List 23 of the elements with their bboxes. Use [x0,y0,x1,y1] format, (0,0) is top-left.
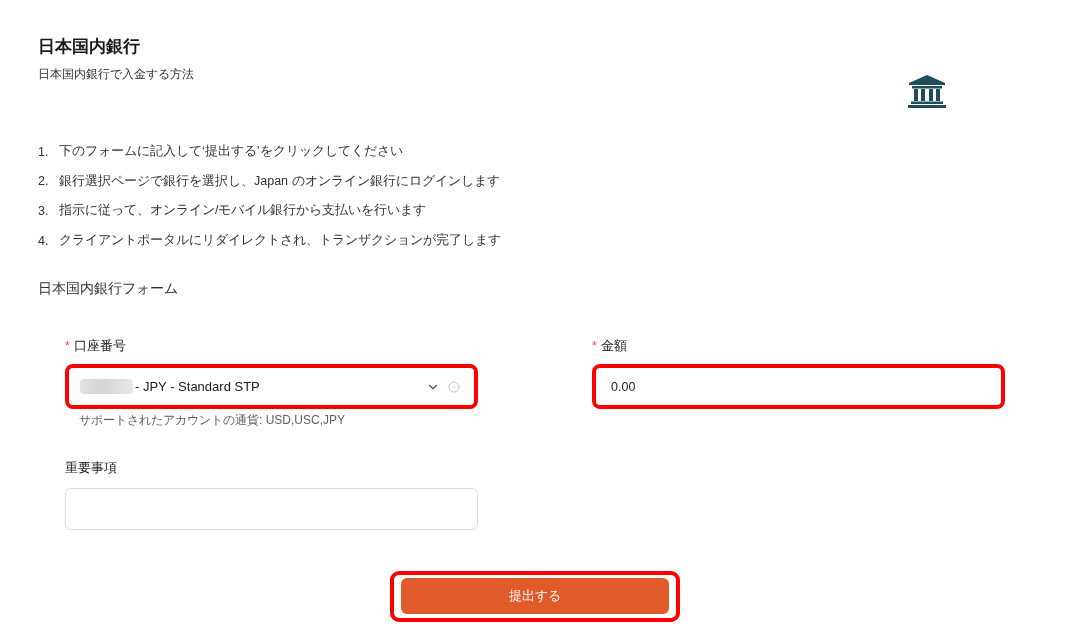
step-text: 下のフォームに記入して‘提出する’をクリックしてください [59,143,403,161]
step-number: 3. [38,204,50,218]
step-text: 指示に従って、オンライン/モバイル銀行から支払いを行います [59,202,427,220]
required-mark: * [592,339,597,354]
step-text: クライアントポータルにリダイレクトされ、トランザクションが完了します [59,232,501,250]
submit-button[interactable]: 提出する [401,578,669,615]
notes-textarea[interactable] [65,488,478,531]
step-text: 銀行選択ページで銀行を選択し、Japan のオンライン銀行にログインします [59,172,500,190]
field-label: 重要事項 [65,459,117,477]
step-number: 4. [38,233,50,248]
step-number: 1. [38,144,50,159]
page-subtitle: 日本国内銀行で入金する方法 [38,66,194,83]
bank-icon [908,75,946,108]
step-number: 2. [38,174,50,189]
required-mark: * [65,339,70,354]
amount-input[interactable]: 0.00 [592,364,1005,410]
check-circle-icon [448,380,460,393]
field-label: 口座番号 [73,337,126,355]
field-label: 金額 [600,337,627,355]
page-title: 日本国内銀行 [38,36,140,58]
form-title: 日本国内銀行フォーム [38,279,178,299]
account-select[interactable]: - JPY - Standard STP [65,364,478,410]
help-text: サポートされたアカウントの通貨: USD,USC,JPY [79,412,345,429]
